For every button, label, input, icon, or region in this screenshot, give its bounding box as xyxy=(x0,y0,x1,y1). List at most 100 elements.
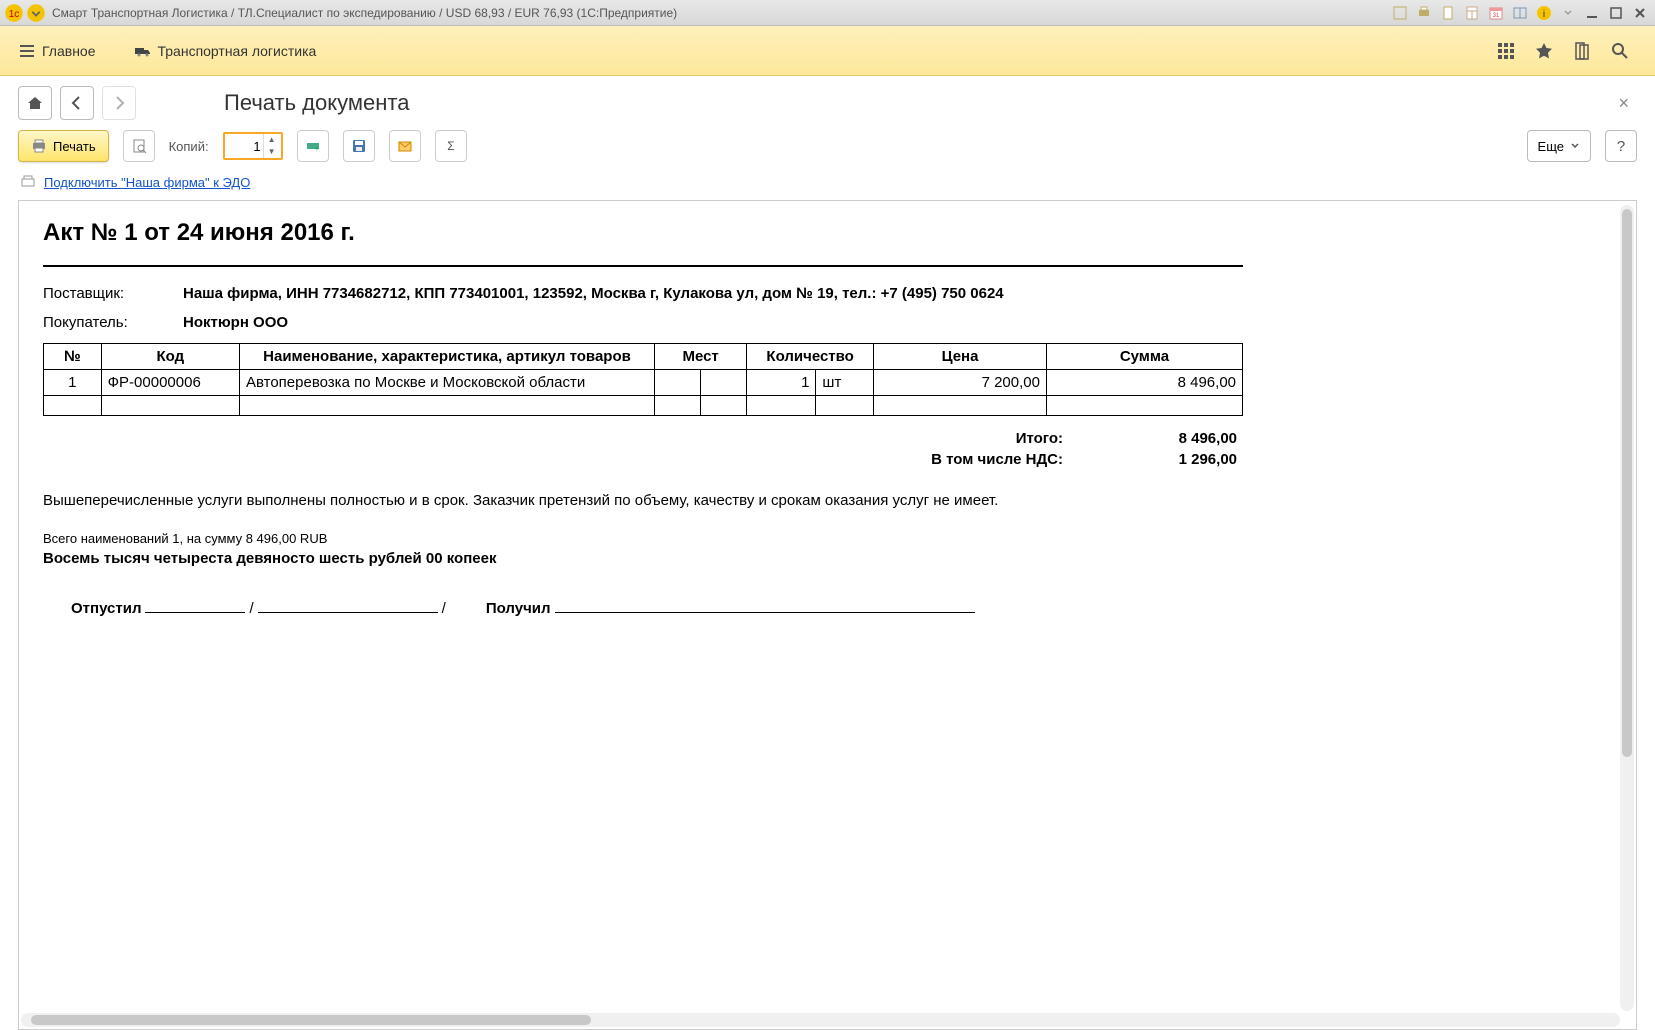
print-button-label: Печать xyxy=(53,139,96,154)
preview-button[interactable] xyxy=(123,130,155,162)
disclaimer: Вышеперечисленные услуги выполнены полно… xyxy=(43,490,1243,513)
buyer-label: Покупатель: xyxy=(43,314,183,331)
sign-line xyxy=(555,597,975,614)
dropdown-icon[interactable] xyxy=(26,3,46,23)
history-icon[interactable] xyxy=(1565,34,1599,68)
nds-value: 1 296,00 xyxy=(1063,451,1243,468)
sign-release-label: Отпустил xyxy=(71,600,141,617)
slash: / xyxy=(249,600,253,617)
spin-up-icon[interactable]: ▲ xyxy=(264,134,280,146)
svg-text:Σ: Σ xyxy=(447,139,454,153)
cell-num: 1 xyxy=(44,370,102,396)
truck-icon xyxy=(134,42,152,60)
menu-icon xyxy=(18,42,36,60)
page-title: Печать документа xyxy=(224,90,409,116)
more-button-label: Еще xyxy=(1538,139,1564,154)
document-viewer: Акт № 1 от 24 июня 2016 г. Поставщик: На… xyxy=(18,200,1637,1030)
svg-text:31: 31 xyxy=(1493,13,1500,19)
apps-icon[interactable] xyxy=(1489,34,1523,68)
itogo-label: Итого: xyxy=(823,430,1063,447)
svg-text:1c: 1c xyxy=(9,8,20,19)
items-table: № Код Наименование, характеристика, арти… xyxy=(43,343,1243,416)
sign-receive-label: Получил xyxy=(486,600,551,617)
close-page-button[interactable]: × xyxy=(1610,89,1637,118)
titlebar: 1c Смарт Транспортная Логистика / ТЛ.Спе… xyxy=(0,0,1655,26)
search-icon[interactable] xyxy=(1603,34,1637,68)
maximize-button[interactable] xyxy=(1605,3,1627,23)
horizontal-scrollbar[interactable] xyxy=(21,1013,1620,1027)
copies-field[interactable] xyxy=(225,139,263,154)
printer-icon xyxy=(31,138,47,154)
cell-name: Автоперевозка по Москве и Московской обл… xyxy=(239,370,654,396)
th-mest: Мест xyxy=(655,344,747,370)
email-button[interactable] xyxy=(389,130,421,162)
spin-down-icon[interactable]: ▼ xyxy=(264,146,280,158)
total-itogo: Итого: 8 496,00 xyxy=(43,430,1243,447)
document-scroll[interactable]: Акт № 1 от 24 июня 2016 г. Поставщик: На… xyxy=(19,201,1636,1029)
cell-unit: шт xyxy=(816,370,874,396)
total-nds: В том числе НДС: 1 296,00 xyxy=(43,451,1243,468)
th-qty: Количество xyxy=(747,344,874,370)
th-price: Цена xyxy=(874,344,1047,370)
cell-mest-b xyxy=(701,370,747,396)
cell-code: ФР-00000006 xyxy=(101,370,239,396)
spinner-controls[interactable]: ▲▼ xyxy=(263,134,280,158)
more-button[interactable]: Еще xyxy=(1527,130,1591,162)
sign-line xyxy=(258,597,438,614)
sum-button[interactable]: Σ xyxy=(435,130,467,162)
nav-home[interactable]: Главное xyxy=(18,42,96,60)
vertical-scrollbar[interactable] xyxy=(1620,205,1634,1011)
navbar: Главное Транспортная логистика xyxy=(0,26,1655,76)
home-button[interactable] xyxy=(18,86,52,120)
supplier-label: Поставщик: xyxy=(43,285,183,302)
itogo-value: 8 496,00 xyxy=(1063,430,1243,447)
supplier-value: Наша фирма, ИНН 7734682712, КПП 77340100… xyxy=(183,285,1243,302)
cell-sum: 8 496,00 xyxy=(1046,370,1242,396)
cell-mest-a xyxy=(655,370,701,396)
th-code: Код xyxy=(101,344,239,370)
star-icon[interactable] xyxy=(1527,34,1561,68)
cell-qty: 1 xyxy=(747,370,816,396)
tb-print-icon[interactable] xyxy=(1413,3,1435,23)
tb-info-icon[interactable]: i xyxy=(1533,3,1555,23)
sign-line xyxy=(145,597,245,614)
tb-calc-icon[interactable] xyxy=(1461,3,1483,23)
edo-row: Подключить "Наша фирма" к ЭДО xyxy=(0,170,1655,200)
window-title: Смарт Транспортная Логистика / ТЛ.Специа… xyxy=(48,6,1389,20)
tb-fav-icon[interactable] xyxy=(1389,3,1411,23)
tb-panel-icon[interactable] xyxy=(1509,3,1531,23)
back-button[interactable] xyxy=(60,86,94,120)
th-sum: Сумма xyxy=(1046,344,1242,370)
tb-info-dd-icon[interactable] xyxy=(1557,3,1579,23)
table-row: 1 ФР-00000006 Автоперевозка по Москве и … xyxy=(44,370,1243,396)
slash: / xyxy=(442,600,446,617)
nds-label: В том числе НДС: xyxy=(823,451,1063,468)
doc-heading: Акт № 1 от 24 июня 2016 г. xyxy=(43,219,1243,247)
tb-calendar-icon[interactable]: 31 xyxy=(1485,3,1507,23)
nav-home-label: Главное xyxy=(42,43,96,59)
app-icon: 1c xyxy=(4,3,24,23)
summary-line: Всего наименований 1, на сумму 8 496,00 … xyxy=(43,531,1243,546)
edo-icon xyxy=(20,174,36,190)
quick-print-button[interactable] xyxy=(297,130,329,162)
table-row-blank xyxy=(44,396,1243,416)
chevron-down-icon xyxy=(1570,141,1580,151)
close-window-button[interactable] xyxy=(1629,3,1651,23)
help-button[interactable]: ? xyxy=(1605,130,1637,162)
tb-doc-icon[interactable] xyxy=(1437,3,1459,23)
edo-link[interactable]: Подключить "Наша фирма" к ЭДО xyxy=(44,175,250,190)
nav-logistics-label: Транспортная логистика xyxy=(158,43,317,59)
divider xyxy=(43,265,1243,267)
buyer-value: Ноктюрн ООО xyxy=(183,314,1243,331)
print-toolbar: Печать Копий: ▲▼ Σ Еще ? xyxy=(0,122,1655,170)
svg-text:i: i xyxy=(1543,9,1545,20)
print-button[interactable]: Печать xyxy=(18,130,109,162)
copies-label: Копий: xyxy=(169,139,209,154)
th-name: Наименование, характеристика, артикул то… xyxy=(239,344,654,370)
save-button[interactable] xyxy=(343,130,375,162)
copies-input[interactable]: ▲▼ xyxy=(223,132,283,160)
minimize-button[interactable] xyxy=(1581,3,1603,23)
amount-words: Восемь тысяч четыреста девяносто шесть р… xyxy=(43,550,1243,567)
nav-logistics[interactable]: Транспортная логистика xyxy=(134,42,317,60)
document-sheet: Акт № 1 от 24 июня 2016 г. Поставщик: На… xyxy=(43,219,1243,617)
